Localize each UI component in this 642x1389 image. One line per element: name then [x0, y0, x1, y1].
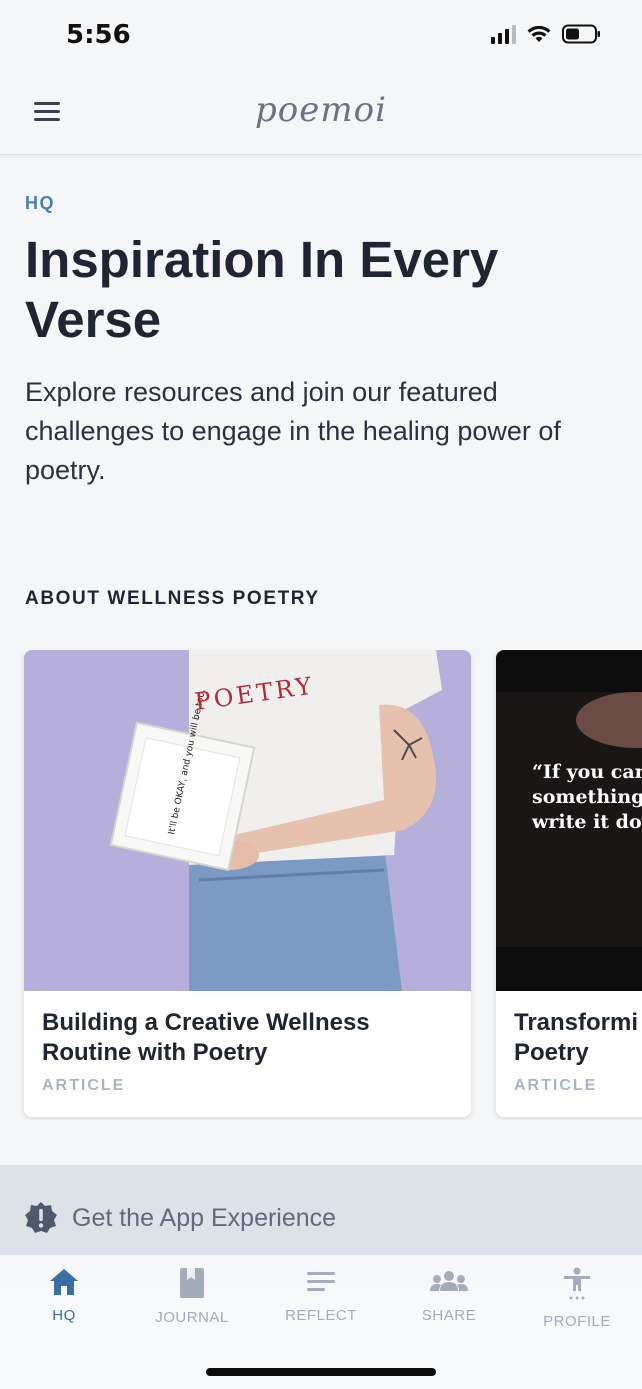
battery-icon: [562, 24, 600, 44]
cellular-signal-icon: [491, 24, 516, 44]
section-eyebrow: HQ: [25, 193, 55, 213]
home-indicator: [206, 1368, 436, 1376]
reflect-icon: [307, 1272, 335, 1291]
alert-badge-icon: [25, 1202, 57, 1233]
tab-label: SHARE: [421, 1307, 477, 1324]
tab-label: HQ: [52, 1307, 76, 1324]
tab-profile[interactable]: PROFILE: [527, 1267, 627, 1330]
home-icon: [50, 1269, 78, 1295]
article-card[interactable]: It'll be OKAY, and you will be too. POET…: [24, 650, 471, 1117]
status-icons: [491, 24, 602, 44]
article-carousel[interactable]: It'll be OKAY, and you will be too. POET…: [0, 650, 642, 1120]
article-title: Building a Creative Wellness Routine wit…: [42, 1009, 370, 1066]
page-title: Inspiration In Every Verse: [25, 231, 499, 348]
article-title: Transformi Poetry: [514, 1009, 639, 1066]
article-type-label: ARTICLE: [42, 1077, 126, 1094]
article-image: “If you can something c write it dow: [496, 650, 642, 991]
tab-hq[interactable]: HQ: [14, 1267, 114, 1324]
article-type-label: ARTICLE: [514, 1077, 598, 1094]
quote-line: “If you can: [532, 761, 642, 783]
quote-line: write it dow: [531, 811, 642, 833]
app-logo[interactable]: poemoi: [0, 90, 642, 130]
share-icon: [430, 1271, 468, 1291]
article-image: It'll be OKAY, and you will be too. POET…: [24, 650, 471, 991]
tab-reflect[interactable]: REFLECT: [271, 1267, 371, 1324]
section-heading: ABOUT WELLNESS POETRY: [25, 588, 320, 609]
tab-journal[interactable]: JOURNAL: [142, 1267, 242, 1326]
page-description: Explore resources and join our featured …: [25, 377, 561, 485]
tab-label: REFLECT: [285, 1307, 357, 1324]
wifi-icon: [527, 25, 551, 42]
journal-icon: [180, 1268, 204, 1298]
tab-label: PROFILE: [543, 1313, 611, 1330]
profile-icon: [564, 1267, 590, 1300]
tab-label: JOURNAL: [155, 1309, 229, 1326]
top-navigation: poemoi: [0, 72, 642, 155]
quote-line: something c: [532, 786, 642, 808]
banner-text: Get the App Experience: [72, 1204, 337, 1232]
status-time: 5:56: [66, 20, 131, 50]
article-card[interactable]: “If you can something c write it dow Trans…: [496, 650, 642, 1117]
quote-text: “If you can something c write it dow: [531, 761, 642, 833]
tab-share[interactable]: SHARE: [399, 1267, 499, 1324]
status-bar: 5:56: [0, 0, 642, 72]
